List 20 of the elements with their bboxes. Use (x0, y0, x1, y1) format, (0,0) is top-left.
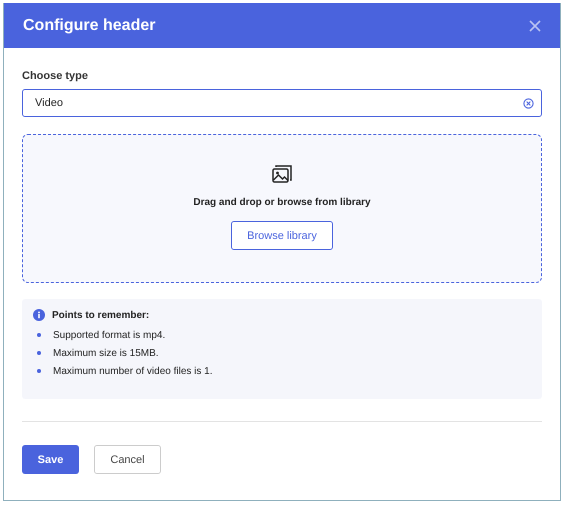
browse-library-button[interactable]: Browse library (231, 221, 333, 250)
clear-icon[interactable] (523, 98, 534, 108)
type-select-field[interactable]: Video (22, 89, 542, 117)
note-text: Maximum size is 15MB. (53, 348, 159, 358)
bullet-icon (37, 369, 41, 373)
dropzone-text: Drag and drop or browse from library (193, 197, 371, 208)
save-button[interactable]: Save (22, 445, 79, 474)
close-icon[interactable] (529, 20, 541, 32)
field-label: Choose type (22, 70, 90, 82)
bullet-icon (37, 333, 41, 337)
dialog-title: Configure header (23, 16, 156, 34)
image-icon (271, 164, 293, 184)
bullet-icon (37, 351, 41, 355)
info-icon (33, 309, 45, 321)
dropzone[interactable]: Drag and drop or browse from library Browse library (22, 134, 542, 283)
notes-title: Points to remember: (52, 310, 150, 320)
cancel-button[interactable]: Cancel (94, 445, 161, 474)
note-text: Maximum number of video files is 1. (53, 366, 213, 376)
field-value: Video (35, 97, 63, 109)
note-text: Supported format is mp4. (53, 330, 166, 340)
